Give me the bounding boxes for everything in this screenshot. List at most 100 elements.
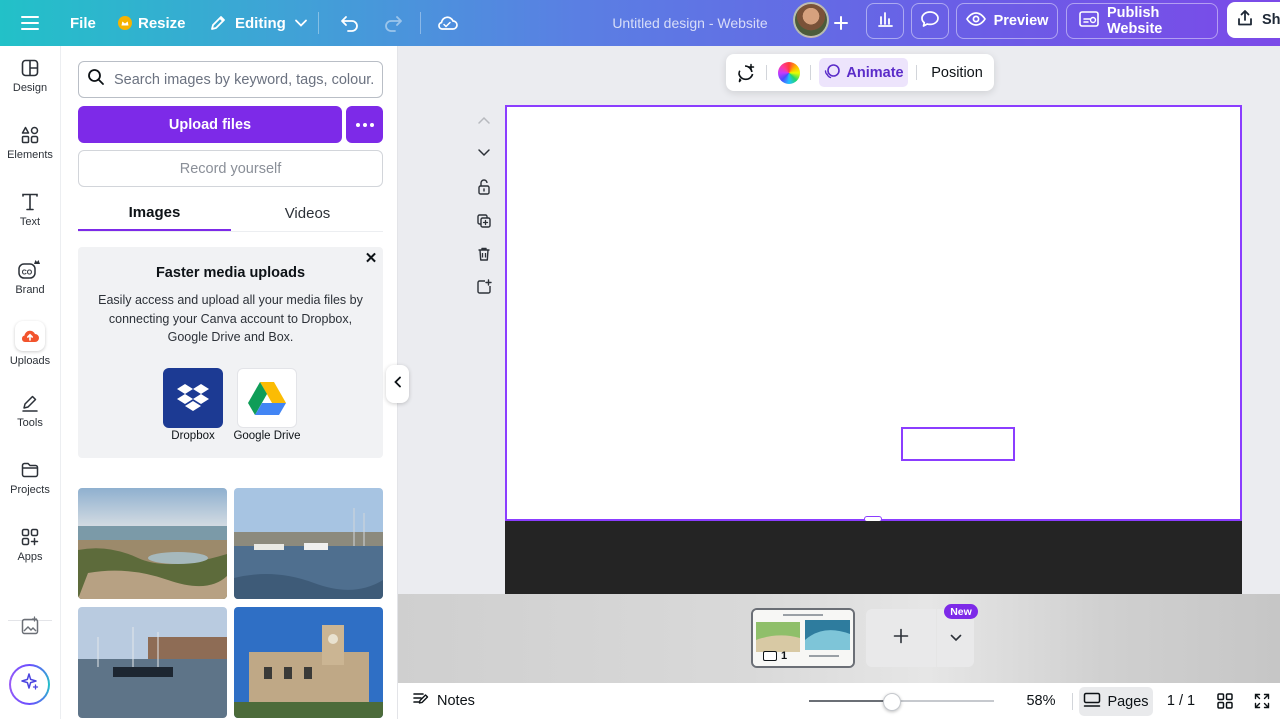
rail-item-text[interactable]: Text	[0, 180, 60, 240]
zoom-slider[interactable]	[809, 700, 994, 702]
editing-mode-dropdown[interactable]: Editing	[209, 0, 308, 46]
add-page-icon[interactable]	[474, 277, 494, 297]
dropbox-icon	[163, 368, 223, 428]
service-label: Dropbox	[171, 430, 215, 442]
eye-icon	[965, 12, 986, 30]
website-page-icon	[763, 651, 777, 661]
promo-title: Faster media uploads	[155, 265, 306, 281]
toolbar-divider	[318, 12, 319, 34]
toolbar-divider	[766, 65, 767, 80]
bottom-bar: Notes 58% Pages 1 / 1	[398, 683, 1280, 719]
share-label: Sh	[1262, 12, 1280, 28]
move-page-down-icon[interactable]	[474, 143, 494, 163]
tools-icon	[20, 393, 40, 413]
undo-icon[interactable]	[340, 0, 360, 46]
search-input[interactable]	[114, 71, 374, 88]
dropbox-connect[interactable]: Dropbox	[153, 368, 233, 442]
google-drive-connect[interactable]: Google Drive	[227, 368, 307, 442]
selected-element[interactable]	[901, 427, 1015, 461]
rail-item-design[interactable]: Design	[0, 46, 60, 106]
toolbar-divider	[916, 65, 917, 80]
document-title[interactable]: Untitled design - Website	[560, 0, 820, 46]
marina-boats-photo[interactable]	[78, 607, 227, 718]
notes-button[interactable]: Notes	[412, 683, 475, 719]
pages-label: Pages	[1107, 693, 1149, 710]
file-menu[interactable]: File	[70, 0, 96, 46]
zoom-slider-knob[interactable]	[883, 693, 902, 711]
rail-item-brand[interactable]: CO Brand	[0, 247, 60, 307]
share-button[interactable]: Sh	[1227, 2, 1280, 38]
search-box[interactable]	[78, 61, 383, 98]
context-toolbar: Animate Position	[726, 54, 994, 91]
rail-label: Projects	[10, 484, 50, 496]
animate-icon	[823, 62, 841, 84]
rail-label: Brand	[15, 284, 45, 296]
duplicate-page-icon[interactable]	[474, 211, 494, 231]
grid-view-icon[interactable]	[1216, 683, 1234, 719]
tab-images[interactable]: Images	[78, 195, 231, 231]
search-icon	[87, 68, 105, 91]
rail-item-image-tool[interactable]	[0, 596, 60, 656]
uploads-panel: Upload files Record yourself Images Vide…	[60, 46, 398, 719]
move-page-up-icon[interactable]	[474, 110, 494, 130]
fullscreen-icon[interactable]	[1254, 683, 1270, 719]
zoom-level[interactable]: 58%	[1016, 683, 1066, 719]
page-thumbnail[interactable]: 1	[751, 608, 855, 668]
animate-button[interactable]: Animate	[819, 58, 908, 87]
rail-item-apps[interactable]: Apps	[0, 515, 60, 575]
zoom-slider-fill	[809, 700, 893, 702]
comment-icon	[920, 10, 940, 33]
rail-label: Design	[12, 82, 48, 94]
rail-label: Elements	[7, 149, 53, 161]
menu-icon[interactable]	[20, 0, 40, 46]
publish-website-button[interactable]: Publish Website	[1066, 3, 1218, 39]
redo-icon[interactable]	[383, 0, 403, 46]
add-page-button[interactable]	[866, 609, 936, 667]
service-label: Google Drive	[233, 430, 301, 442]
publish-label: Publish Website	[1107, 5, 1163, 37]
promo-body: Easily access and upload all your media …	[98, 293, 363, 344]
rail-item-uploads[interactable]: Uploads	[0, 314, 60, 374]
google-drive-icon	[237, 368, 297, 428]
avatar[interactable]	[793, 2, 829, 38]
harbour-boats-photo[interactable]	[234, 488, 383, 599]
insights-button[interactable]	[866, 3, 904, 39]
pages-icon	[1083, 692, 1101, 712]
close-icon[interactable]: ✕	[363, 251, 379, 267]
rail-item-tools[interactable]: Tools	[0, 381, 60, 441]
collapse-panel-button[interactable]	[386, 365, 409, 403]
brand-icon: CO	[15, 258, 45, 280]
new-badge: New	[944, 604, 978, 619]
uploads-icon	[15, 321, 45, 351]
more-options-button[interactable]	[346, 106, 383, 143]
clock-tower-building-photo[interactable]	[234, 607, 383, 718]
bottom-divider	[1072, 693, 1073, 710]
canvas-section-dark[interactable]	[505, 521, 1242, 594]
color-picker-icon[interactable]	[777, 54, 801, 91]
chevron-down-icon	[294, 16, 308, 30]
trash-icon[interactable]	[474, 244, 494, 264]
rail-item-elements[interactable]: Elements	[0, 113, 60, 173]
upload-files-button[interactable]: Upload files	[78, 106, 342, 143]
pages-button[interactable]: Pages	[1079, 687, 1153, 716]
apps-icon	[20, 527, 40, 547]
website-icon	[1079, 11, 1099, 31]
tab-videos[interactable]: Videos	[231, 195, 384, 231]
rail-item-projects[interactable]: Projects	[0, 448, 60, 508]
add-collaborator-icon[interactable]	[832, 0, 850, 46]
position-button[interactable]: Position	[924, 54, 990, 91]
rocky-beach-photo[interactable]	[78, 488, 227, 599]
design-canvas[interactable]	[505, 105, 1242, 521]
record-yourself-button[interactable]: Record yourself	[78, 150, 383, 187]
preview-button[interactable]: Preview	[956, 3, 1058, 39]
lock-icon[interactable]	[474, 177, 494, 197]
magic-assistant-button[interactable]	[9, 664, 50, 705]
notes-icon	[412, 691, 430, 711]
pencil-icon	[209, 14, 227, 32]
resize-button[interactable]: Resize	[118, 0, 186, 46]
comments-button[interactable]	[911, 3, 949, 39]
add-comment-icon[interactable]	[734, 54, 758, 91]
animate-label: Animate	[846, 64, 904, 81]
rail-label: Apps	[17, 551, 43, 563]
cloud-saved-icon[interactable]	[436, 0, 458, 46]
